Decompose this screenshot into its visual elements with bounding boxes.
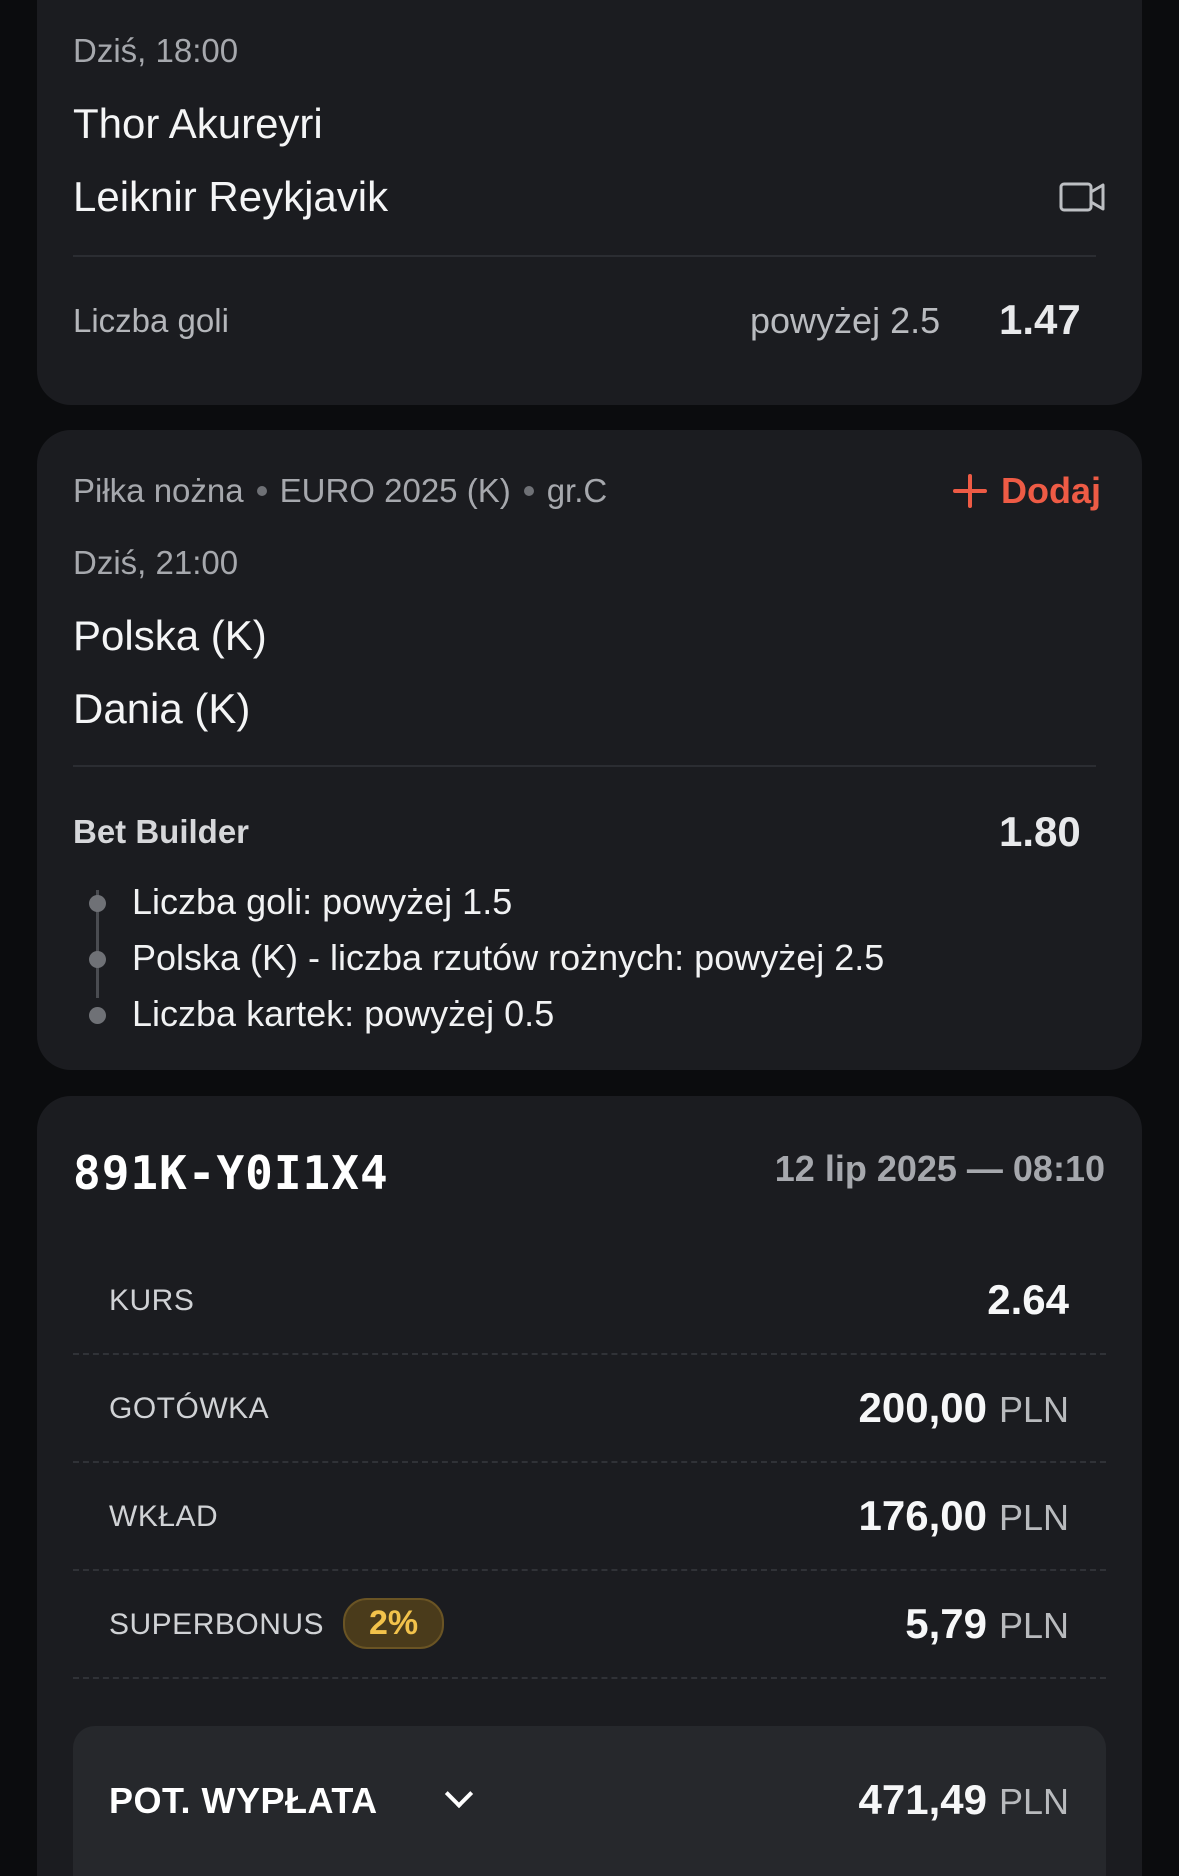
kurs-value: 2.64 xyxy=(987,1276,1069,1323)
divider xyxy=(73,765,1096,767)
chevron-down-icon[interactable] xyxy=(444,1779,474,1809)
breadcrumb-league: EURO 2025 (K) xyxy=(279,472,511,509)
separator-dot xyxy=(256,486,267,496)
currency: PLN xyxy=(998,1605,1069,1646)
currency: PLN xyxy=(998,1781,1069,1822)
bet-builder-item: Polska (K) - liczba rzutów rożnych: powy… xyxy=(132,937,885,978)
video-camera-icon[interactable] xyxy=(1059,180,1105,219)
away-team: Leiknir Reykjavik xyxy=(73,173,389,220)
potential-payout-toggle[interactable]: POT. WYPŁATA 471,49 PLN xyxy=(73,1726,1106,1876)
gotowka-value: 200,00 xyxy=(858,1384,987,1431)
market-selection: powyżej 2.5 xyxy=(750,300,941,341)
ticket-date: 12 lip 2025 — 08:10 xyxy=(774,1148,1105,1189)
home-team: Thor Akureyri xyxy=(73,100,323,147)
bet-builder-item: Liczba goli: powyżej 1.5 xyxy=(132,881,513,922)
away-team: Dania (K) xyxy=(73,685,251,732)
dashed-divider xyxy=(73,1677,1106,1679)
separator-dot xyxy=(523,486,534,496)
dashed-divider xyxy=(73,1461,1106,1463)
match-card-polska-dania[interactable]: Piłka nożna EURO 2025 (K) gr.C Dodaj Dzi… xyxy=(37,430,1142,1070)
superbonus-value: 5,79 xyxy=(905,1600,987,1647)
ticket-id: 891K-Y0I1X4 xyxy=(73,1146,389,1200)
market-label: Liczba goli xyxy=(73,302,229,339)
divider xyxy=(73,255,1096,257)
add-button-label: Dodaj xyxy=(1001,470,1102,511)
ticket-summary-card: 891K-Y0I1X4 12 lip 2025 — 08:10 KURS 2.6… xyxy=(37,1096,1142,1876)
wklad-value: 176,00 xyxy=(858,1492,987,1539)
superbonus-badge: 2% xyxy=(343,1598,445,1649)
breadcrumb: Piłka nożna EURO 2025 (K) gr.C xyxy=(73,472,607,510)
bet-builder-item: Liczba kartek: powyżej 0.5 xyxy=(132,993,555,1034)
bet-builder-dot xyxy=(89,895,106,912)
currency: PLN xyxy=(998,1497,1069,1538)
payout-value: 471,49 xyxy=(858,1776,987,1823)
currency: PLN xyxy=(998,1389,1069,1430)
bet-builder-dot xyxy=(89,1007,106,1024)
bet-builder-title: Bet Builder xyxy=(73,813,250,850)
payout-amount: 471,49 PLN xyxy=(859,1776,1070,1824)
kurs-label: KURS xyxy=(109,1284,195,1317)
superbonus-amount: 5,79 PLN xyxy=(905,1600,1069,1648)
superbonus-label: SUPERBONUS xyxy=(109,1608,325,1641)
dashed-divider xyxy=(73,1569,1106,1571)
match-datetime: Dziś, 21:00 xyxy=(73,544,239,581)
bet-slip-screen: Dziś, 18:00 Thor Akureyri Leiknir Reykja… xyxy=(0,0,1179,1876)
breadcrumb-group: gr.C xyxy=(546,472,608,509)
add-button[interactable]: Dodaj xyxy=(953,470,1101,512)
wklad-label: WKŁAD xyxy=(109,1500,219,1533)
odds-value: 1.47 xyxy=(999,296,1081,343)
bet-builder-dot xyxy=(89,951,106,968)
wklad-amount: 176,00 PLN xyxy=(859,1492,1070,1540)
plus-icon xyxy=(953,474,987,508)
payout-label: POT. WYPŁATA xyxy=(109,1780,378,1821)
match-datetime: Dziś, 18:00 xyxy=(73,32,239,69)
gotowka-label: GOTÓWKA xyxy=(109,1392,270,1425)
dashed-divider xyxy=(73,1353,1106,1355)
match-card-thor-leiknir[interactable]: Dziś, 18:00 Thor Akureyri Leiknir Reykja… xyxy=(37,0,1142,405)
gotowka-amount: 200,00 PLN xyxy=(859,1384,1070,1432)
home-team: Polska (K) xyxy=(73,612,267,659)
odds-value: 1.80 xyxy=(999,808,1081,855)
breadcrumb-sport: Piłka nożna xyxy=(73,472,244,509)
